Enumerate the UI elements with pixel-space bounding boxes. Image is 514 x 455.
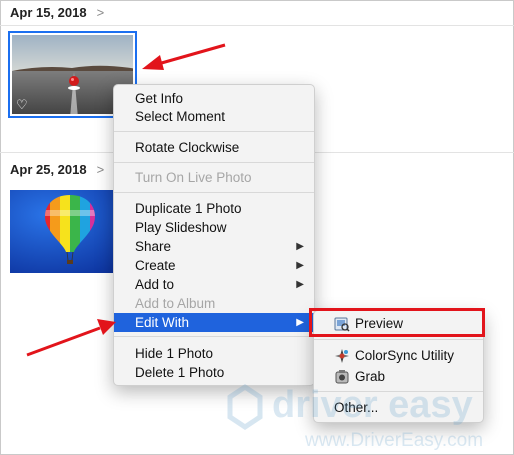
- arrow-to-photo-annotation: [142, 43, 226, 70]
- watermark-url: www.DriverEasy.com: [304, 430, 483, 451]
- watermark-brand: driver easy: [272, 384, 473, 426]
- driver-easy-watermark: driver easy www.DriverEasy.com: [227, 383, 483, 451]
- arrow-to-edit-with-annotation: [26, 319, 116, 357]
